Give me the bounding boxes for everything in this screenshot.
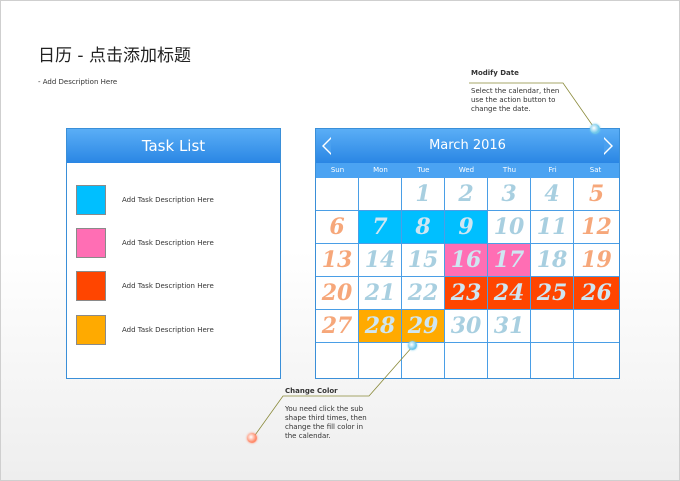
change-color-text: You need click the sub shape third times… (285, 405, 367, 440)
change-color-cell-dot[interactable] (408, 341, 417, 350)
change-color-anchor-dot[interactable] (247, 433, 257, 443)
change-color-title: Change Color (285, 387, 338, 395)
modify-date-text: Select the calendar, then use the action… (471, 87, 560, 113)
page-canvas: 日历 - 点击添加标题 - Add Description Here Task … (0, 0, 680, 481)
modify-date-anchor-dot[interactable] (590, 124, 600, 134)
modify-date-title: Modify Date (471, 69, 519, 77)
